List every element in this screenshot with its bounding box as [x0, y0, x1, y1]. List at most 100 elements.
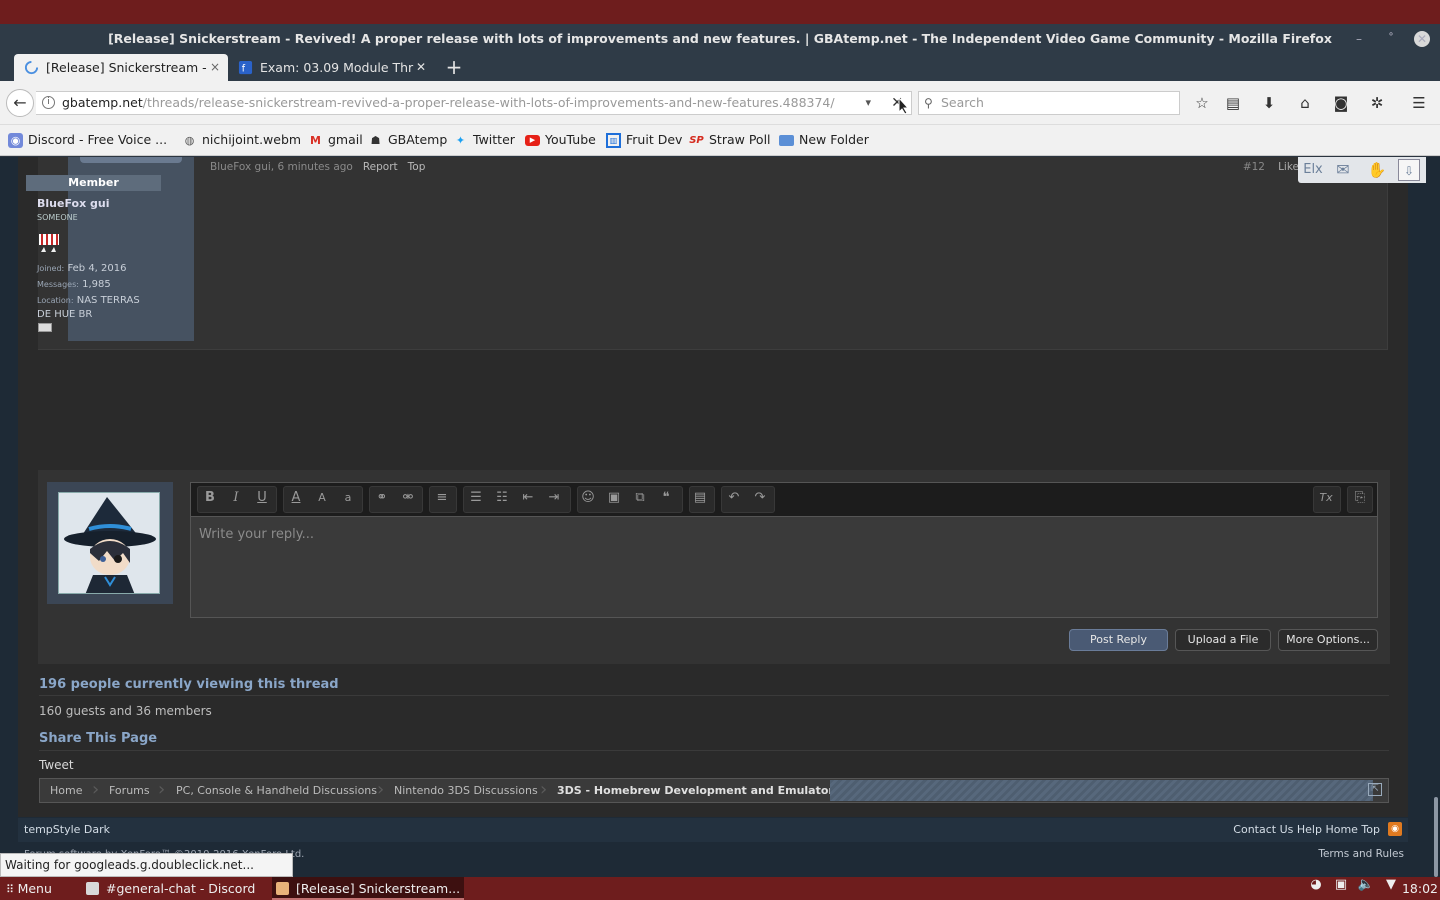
volume-icon[interactable]: 🔈 [1356, 877, 1376, 892]
numbered-list-icon[interactable]: ☷ [492, 488, 512, 508]
bookmark-gbatemp[interactable]: ☗ GBAtemp [368, 132, 448, 150]
bookmark-youtube[interactable]: ▶ YouTube [525, 132, 596, 150]
jump-to-icon[interactable]: ⇱ [1368, 783, 1382, 796]
pocket-icon[interactable]: ◙ [1331, 93, 1351, 113]
image-icon[interactable]: ▣ [604, 488, 624, 508]
top-link[interactable]: Top [408, 161, 426, 173]
joined-stat: Joined: Feb 4, 2016 [37, 263, 127, 274]
task-firefox[interactable]: [Release] Snickerstream... [272, 877, 464, 900]
bookmark-fruit-dev[interactable]: ▥ Fruit Dev [606, 132, 682, 150]
username-link[interactable]: BlueFox gui [37, 197, 109, 210]
terms-link[interactable]: Terms and Rules [1318, 848, 1404, 860]
undo-icon[interactable]: ↶ [724, 488, 744, 508]
footer-links[interactable]: Contact Us Help Home Top [1233, 823, 1380, 836]
clock[interactable]: 18:02 [1402, 877, 1438, 900]
tab-exam[interactable]: f Exam: 03.09 Module Thr ✕ [228, 54, 434, 81]
tab-snickerstream[interactable]: [Release] Snickerstream - × [14, 54, 228, 81]
home-icon[interactable]: ⌂ [1295, 93, 1315, 113]
site-info-icon[interactable]: i [42, 96, 55, 109]
bookmark-straw-poll[interactable]: SP Straw Poll [689, 132, 771, 150]
wifi-icon[interactable]: ▼ [1381, 877, 1401, 892]
align-icon[interactable]: ≡ [432, 488, 452, 508]
clear-format-icon[interactable]: Tx [1316, 488, 1336, 508]
post-number[interactable]: #12 [1243, 161, 1265, 173]
loading-spinner-icon [24, 60, 39, 75]
style-chooser-link[interactable]: tempStyle Dark [24, 823, 110, 836]
task-discord[interactable]: #general-chat - Discord [82, 877, 266, 900]
breadcrumb-homebrew[interactable]: 3DS - Homebrew Development and Emulators [557, 779, 840, 802]
start-menu-button[interactable]: ⠿ Menu [6, 877, 52, 900]
outdent-icon[interactable]: ⇤ [518, 488, 538, 508]
italic-icon[interactable]: I [226, 488, 246, 508]
like-link[interactable]: Like [1278, 161, 1299, 173]
font-size-icon[interactable]: A [312, 488, 332, 508]
maximize-button[interactable]: ˚ [1388, 24, 1394, 54]
display-tray-icon[interactable]: ▣ [1331, 877, 1351, 892]
hamburger-menu-icon[interactable]: ☰ [1409, 93, 1429, 113]
avatar[interactable] [58, 492, 160, 594]
extension-puzzle-icon[interactable]: ✲ [1367, 93, 1387, 113]
tab-close-button[interactable]: × [210, 54, 220, 81]
breadcrumb-home[interactable]: Home [50, 779, 82, 802]
unlink-icon[interactable]: ⚮ [398, 488, 418, 508]
post-reply-button[interactable]: Post Reply [1069, 629, 1168, 651]
new-tab-button[interactable]: + [444, 54, 464, 81]
reply-editor[interactable]: B I U A A a ⚭ ⚮ ≡ ☰ ☷ ⇤ ⇥ ☺ ▣ ⧉ ❝ ▤ ↶ ↷ … [190, 482, 1378, 618]
url-history-dropdown-icon[interactable]: ▾ [865, 92, 871, 114]
bookmark-label: Fruit Dev [626, 132, 683, 147]
bookmark-new-folder[interactable]: New Folder [779, 132, 869, 150]
upload-file-button[interactable]: Upload a File [1175, 629, 1271, 651]
back-button[interactable]: ← [6, 89, 34, 117]
hand-icon[interactable]: ✋ [1366, 159, 1388, 181]
save-draft-icon[interactable]: ▤ [690, 488, 710, 508]
window-title-bar: [Release] Snickerstream - Revived! A pro… [0, 24, 1440, 54]
bookmark-label: Straw Poll [709, 132, 771, 147]
toggle-bbcode-icon[interactable]: ⎘ [1350, 488, 1370, 508]
desktop-top-strip [0, 0, 1440, 24]
rss-icon[interactable]: ◉ [1388, 822, 1402, 836]
breadcrumb-3ds-discussions[interactable]: Nintendo 3DS Discussions [394, 779, 538, 802]
bookmark-nichijoint[interactable]: ◍ nichijoint.webm [182, 132, 301, 150]
quote-icon[interactable]: ❝ [656, 488, 676, 508]
search-input[interactable]: ⚲ Search [918, 91, 1180, 115]
quick-reply: B I U A A a ⚭ ⚮ ≡ ☰ ☷ ⇤ ⇥ ☺ ▣ ⧉ ❝ ▤ ↶ ↷ … [38, 470, 1390, 664]
twitter-icon: ✦ [455, 134, 466, 147]
bookmark-star-icon[interactable]: ☆ [1192, 93, 1212, 113]
post-author-time[interactable]: BlueFox gui, 6 minutes ago [210, 161, 353, 173]
avatar[interactable] [80, 157, 182, 163]
font-family-icon[interactable]: a [338, 488, 358, 508]
url-bar[interactable]: i gbatemp.net/threads/release-snickerstr… [36, 91, 912, 115]
underline-icon[interactable]: U [252, 488, 272, 508]
bookmark-discord[interactable]: ◉ Discord - Free Voice ... [8, 132, 167, 150]
tab-close-button[interactable]: ✕ [416, 54, 426, 81]
link-icon[interactable]: ⚭ [372, 488, 392, 508]
elx-icon[interactable]: Elx [1300, 159, 1326, 181]
window-icon [86, 882, 99, 895]
strawpoll-icon: SP [689, 135, 704, 146]
report-link[interactable]: Report [363, 161, 398, 173]
smilie-icon[interactable]: ☺ [578, 488, 598, 508]
flvs-icon: f [238, 60, 253, 74]
mail-icon[interactable]: ✉ [1332, 159, 1354, 181]
bookmark-twitter[interactable]: ✦ Twitter [453, 132, 515, 150]
download-helper-icon[interactable]: ⇩ [1398, 159, 1420, 181]
bookmarks-library-icon[interactable]: ▤ [1223, 93, 1243, 113]
bullet-list-icon[interactable]: ☰ [466, 488, 486, 508]
indent-icon[interactable]: ⇥ [544, 488, 564, 508]
font-color-icon[interactable]: A [286, 488, 306, 508]
breadcrumb-forums[interactable]: Forums [109, 779, 150, 802]
media-icon[interactable]: ⧉ [630, 488, 650, 508]
bookmark-gmail[interactable]: Mgmail [308, 132, 363, 150]
bold-icon[interactable]: B [200, 488, 220, 508]
forum-post: BlueFox gui, 6 minutes ago Report Top #12 … [38, 157, 1388, 350]
discord-tray-icon[interactable]: ◕ [1306, 877, 1326, 892]
redo-icon[interactable]: ↷ [750, 488, 770, 508]
tweet-button[interactable]: Tweet [39, 758, 74, 772]
minimize-button[interactable]: – [1356, 24, 1362, 54]
breadcrumb-pc-console[interactable]: PC, Console & Handheld Discussions [176, 779, 377, 802]
witch-avatar-icon [59, 493, 159, 593]
downloads-icon[interactable]: ⬇ [1259, 93, 1279, 113]
close-window-button[interactable]: ✕ [1414, 31, 1430, 47]
page-scrollbar[interactable] [1434, 797, 1438, 877]
more-options-button[interactable]: More Options... [1278, 629, 1378, 651]
